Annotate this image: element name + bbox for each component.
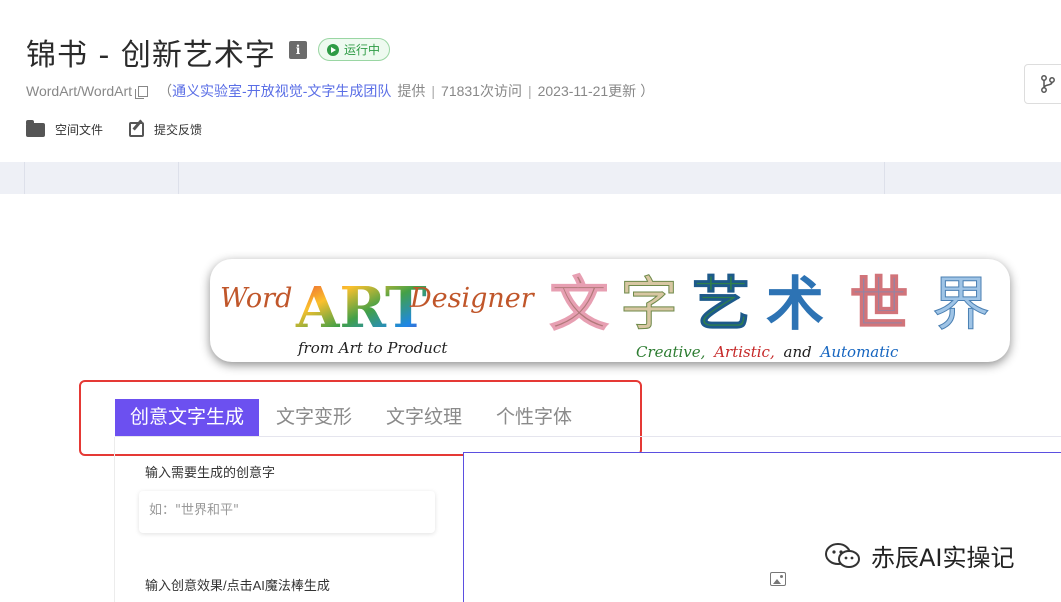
tab-custom-font[interactable]: 个性字体 <box>479 399 589 436</box>
feedback-button[interactable]: 提交反馈 <box>129 121 202 138</box>
separator: | <box>527 83 532 99</box>
folder-icon <box>26 119 45 137</box>
space-meta: WordArt/WordArt （ 通义实验室-开放视觉-文字生成团队 提供 |… <box>26 81 654 101</box>
branch-icon <box>1041 75 1055 93</box>
tab-creative-text[interactable]: 创意文字生成 <box>115 399 260 436</box>
banner-char-3: 艺 <box>692 270 750 338</box>
effect-input-label: 输入创意效果/点击AI魔法棒生成 <box>145 578 330 593</box>
fork-button[interactable] <box>1024 64 1061 104</box>
tab-text-texture[interactable]: 文字纹理 <box>369 399 479 436</box>
tabs-divider <box>115 436 1061 437</box>
status-text: 运行中 <box>344 43 381 57</box>
mode-tabs: 创意文字生成 文字变形 文字纹理 个性字体 <box>115 399 589 436</box>
wechat-icon <box>825 542 860 568</box>
provider-team-link[interactable]: 通义实验室-开放视觉-文字生成团队 <box>172 81 391 101</box>
edit-icon <box>129 122 145 137</box>
space-files-label: 空间文件 <box>55 123 104 137</box>
tab-text-deform[interactable]: 文字变形 <box>259 399 369 436</box>
provider-close: ） <box>640 83 655 99</box>
provider-open: （ <box>158 83 173 99</box>
form-panel-border <box>114 437 115 602</box>
space-actions: 空间文件 提交反馈 <box>26 119 202 138</box>
banner-artistic: Artistic, <box>712 343 775 361</box>
app-header-band <box>0 162 1061 194</box>
output-image-panel[interactable] <box>463 452 1061 602</box>
copy-icon[interactable] <box>135 85 149 99</box>
provider-suffix: 提供 <box>397 83 426 99</box>
banner-designer: Designer <box>409 283 536 314</box>
repo-path[interactable]: WordArt/WordArt <box>26 83 132 99</box>
watermark: 赤辰AI实操记 <box>823 538 1015 573</box>
svg-text:Creative, Artistic,: Creative, Artistic, and Automatic <box>636 343 899 361</box>
play-icon <box>327 43 339 56</box>
space-files-button[interactable]: 空间文件 <box>26 119 104 138</box>
banner-and: and <box>784 343 812 361</box>
separator: | <box>431 83 436 99</box>
text-input-label: 输入需要生成的创意字 <box>145 465 276 480</box>
banner-creative: Creative, <box>636 343 705 361</box>
banner-graphic: Word ART Designer from Art to Product 文 … <box>220 269 991 361</box>
status-badge: 运行中 <box>318 38 391 61</box>
text-input[interactable]: 如："世界和平" <box>139 491 435 533</box>
wordart-banner: Word ART Designer from Art to Product 文 … <box>210 259 1010 362</box>
banner-word: Word <box>220 283 292 314</box>
banner-char-5: 世 <box>850 270 908 338</box>
update-date: 2023-11-21更新 <box>537 83 637 99</box>
banner-tagline: from Art to Product <box>297 339 448 357</box>
watermark-text: 赤辰AI实操记 <box>871 544 1015 572</box>
info-icon[interactable]: i <box>289 41 307 59</box>
page-title: 锦书 - 创新艺术字 <box>26 38 276 73</box>
feedback-label: 提交反馈 <box>154 123 203 137</box>
banner-char-4: 术 <box>766 270 824 338</box>
image-icon <box>770 572 786 586</box>
banner-automatic: Automatic <box>819 343 900 361</box>
banner-char-6: 界 <box>932 270 990 338</box>
banner-char-2: 字 <box>620 270 678 338</box>
banner-char-1: 文 <box>550 270 608 338</box>
banner-art: ART <box>295 275 427 341</box>
visit-count: 71831次访问 <box>441 83 522 99</box>
